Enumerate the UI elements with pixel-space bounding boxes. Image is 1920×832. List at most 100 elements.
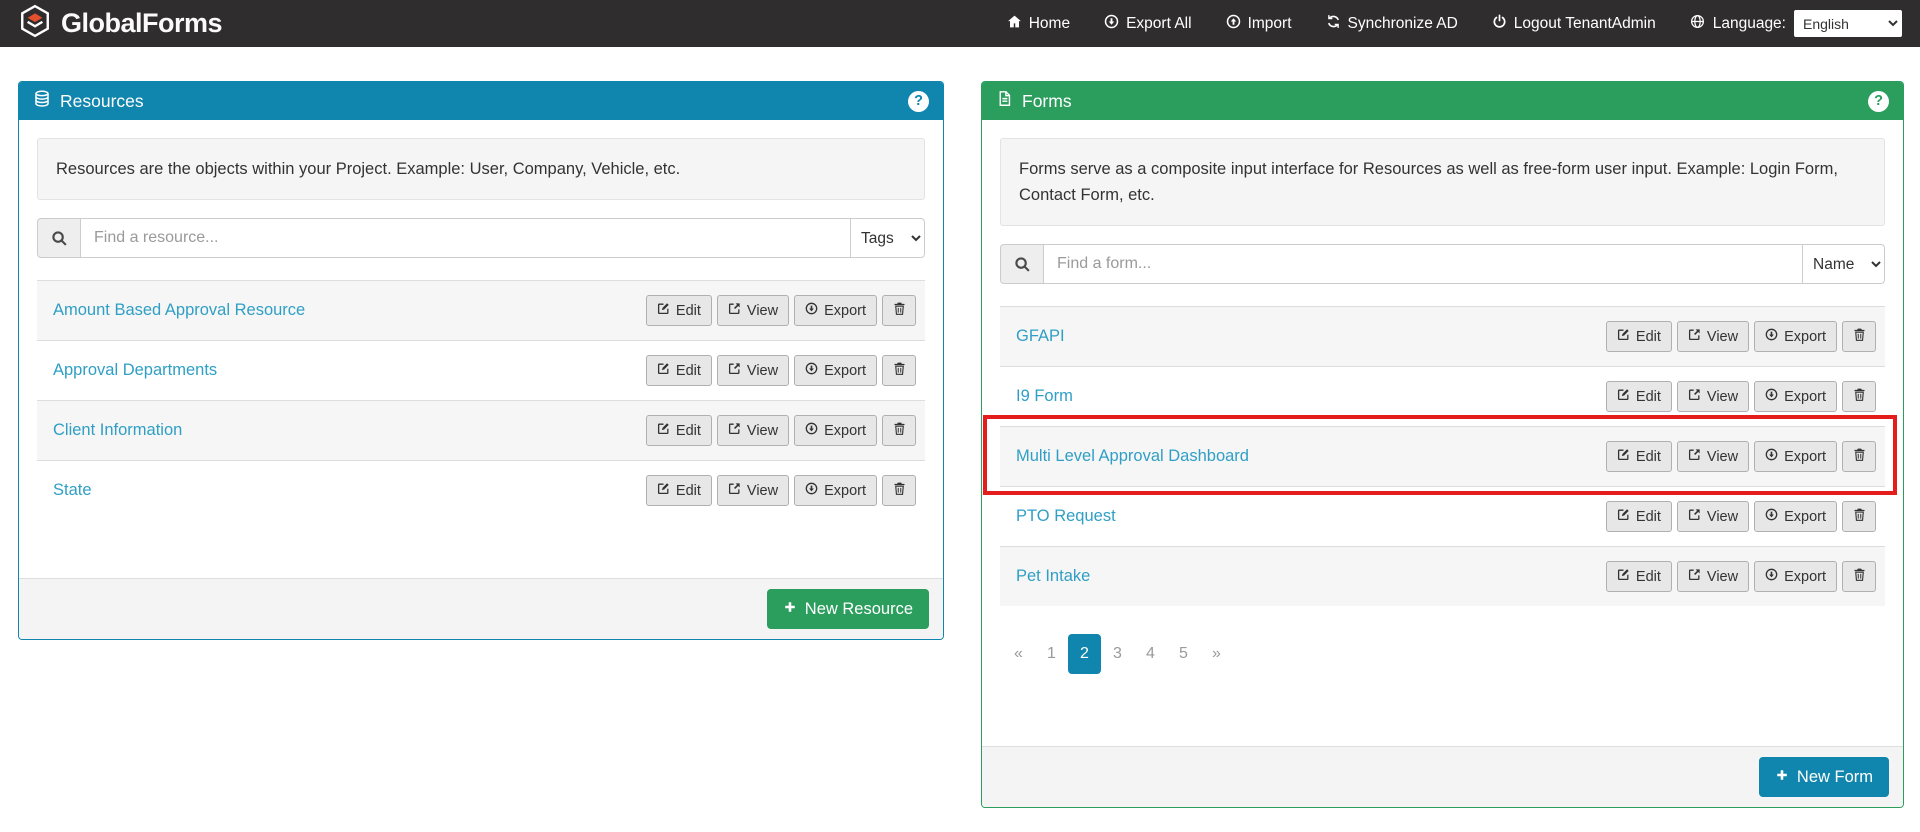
edit-button[interactable]: Edit xyxy=(1606,381,1672,412)
export-button[interactable]: Export xyxy=(1754,561,1837,592)
view-button[interactable]: View xyxy=(717,355,789,386)
pagination-page-5[interactable]: 5 xyxy=(1167,634,1200,674)
trash-icon xyxy=(1852,387,1867,406)
delete-button[interactable] xyxy=(1842,561,1876,592)
form-link[interactable]: I9 Form xyxy=(1016,387,1073,406)
row-actions: Edit View Export xyxy=(1606,321,1876,352)
new-form-button[interactable]: New Form xyxy=(1759,757,1889,797)
export-icon xyxy=(805,362,818,379)
export-button[interactable]: Export xyxy=(794,415,877,446)
pagination-prev[interactable]: « xyxy=(1002,634,1035,674)
edit-button[interactable]: Edit xyxy=(646,355,712,386)
edit-button[interactable]: Edit xyxy=(646,415,712,446)
forms-panel-header: Forms ? xyxy=(982,82,1903,120)
view-icon xyxy=(728,482,741,499)
forms-panel-body: Forms serve as a composite input interfa… xyxy=(982,120,1903,746)
resource-link[interactable]: State xyxy=(53,481,92,500)
brand[interactable]: GlobalForms xyxy=(18,3,222,44)
resources-panel-header: Resources ? xyxy=(19,82,943,120)
trash-icon xyxy=(1852,327,1867,346)
row-actions: Edit View Export xyxy=(1606,561,1876,592)
trash-icon xyxy=(892,421,907,440)
view-button[interactable]: View xyxy=(717,295,789,326)
view-button[interactable]: View xyxy=(1677,321,1749,352)
resources-description: Resources are the objects within your Pr… xyxy=(37,138,925,200)
nav-logout[interactable]: Logout TenantAdmin xyxy=(1492,14,1656,34)
forms-panel-footer: New Form xyxy=(982,746,1903,807)
form-link[interactable]: Multi Level Approval Dashboard xyxy=(1016,447,1249,466)
resource-link[interactable]: Client Information xyxy=(53,421,182,440)
database-icon xyxy=(33,90,51,113)
delete-button[interactable] xyxy=(1842,321,1876,352)
delete-button[interactable] xyxy=(1842,381,1876,412)
export-button[interactable]: Export xyxy=(1754,501,1837,532)
globalforms-logo-icon xyxy=(18,3,52,44)
delete-button[interactable] xyxy=(882,355,916,386)
pagination-page-3[interactable]: 3 xyxy=(1101,634,1134,674)
nav-synchronize-ad[interactable]: Synchronize AD xyxy=(1326,14,1458,34)
export-icon xyxy=(1765,508,1778,525)
delete-button[interactable] xyxy=(882,475,916,506)
resource-row: Client Information Edit View Export xyxy=(37,400,925,460)
pagination-page-2-active[interactable]: 2 xyxy=(1068,634,1101,674)
resource-row: Amount Based Approval Resource Edit View… xyxy=(37,280,925,340)
plus-icon xyxy=(783,600,797,619)
view-button[interactable]: View xyxy=(1677,561,1749,592)
nav-export-all[interactable]: Export All xyxy=(1104,14,1191,34)
forms-help-icon[interactable]: ? xyxy=(1868,91,1889,112)
resource-link[interactable]: Approval Departments xyxy=(53,361,217,380)
view-button[interactable]: View xyxy=(717,415,789,446)
nav-home[interactable]: Home xyxy=(1007,14,1070,34)
view-button[interactable]: View xyxy=(1677,501,1749,532)
resources-panel: Resources ? Resources are the objects wi… xyxy=(18,81,944,640)
view-button[interactable]: View xyxy=(1677,381,1749,412)
forms-description: Forms serve as a composite input interfa… xyxy=(1000,138,1885,226)
row-actions: Edit View Export xyxy=(646,475,916,506)
forms-panel-title: Forms xyxy=(1022,91,1072,112)
language-select[interactable]: English xyxy=(1794,10,1902,37)
pagination-next[interactable]: » xyxy=(1200,634,1233,674)
export-button[interactable]: Export xyxy=(794,355,877,386)
resource-search-input[interactable] xyxy=(80,218,851,258)
view-button[interactable]: View xyxy=(717,475,789,506)
resource-link[interactable]: Amount Based Approval Resource xyxy=(53,301,305,320)
edit-button[interactable]: Edit xyxy=(1606,501,1672,532)
edit-button[interactable]: Edit xyxy=(1606,441,1672,472)
resource-filter-select[interactable]: Tags xyxy=(851,218,925,258)
home-icon xyxy=(1007,14,1022,34)
form-link[interactable]: Pet Intake xyxy=(1016,567,1090,586)
delete-button[interactable] xyxy=(882,295,916,326)
delete-button[interactable] xyxy=(1842,501,1876,532)
pagination-page-4[interactable]: 4 xyxy=(1134,634,1167,674)
export-button[interactable]: Export xyxy=(794,295,877,326)
form-search-input[interactable] xyxy=(1043,244,1803,284)
edit-button[interactable]: Edit xyxy=(1606,321,1672,352)
form-file-icon xyxy=(996,90,1013,112)
form-row: Pet Intake Edit View Export xyxy=(1000,546,1885,606)
edit-button[interactable]: Edit xyxy=(646,475,712,506)
delete-button[interactable] xyxy=(1842,441,1876,472)
edit-button[interactable]: Edit xyxy=(646,295,712,326)
nav-import[interactable]: Import xyxy=(1226,14,1292,34)
edit-button[interactable]: Edit xyxy=(1606,561,1672,592)
edit-icon xyxy=(1617,388,1630,405)
form-row: GFAPI Edit View Export xyxy=(1000,306,1885,366)
new-resource-button[interactable]: New Resource xyxy=(767,589,929,629)
edit-icon xyxy=(1617,508,1630,525)
export-button[interactable]: Export xyxy=(1754,321,1837,352)
brand-title: GlobalForms xyxy=(61,8,222,39)
export-button[interactable]: Export xyxy=(794,475,877,506)
import-icon xyxy=(1226,14,1241,34)
view-icon xyxy=(728,422,741,439)
delete-button[interactable] xyxy=(882,415,916,446)
view-button[interactable]: View xyxy=(1677,441,1749,472)
form-filter-select[interactable]: Name xyxy=(1803,244,1885,284)
form-link[interactable]: GFAPI xyxy=(1016,327,1065,346)
export-button[interactable]: Export xyxy=(1754,441,1837,472)
row-actions: Edit View Export xyxy=(1606,501,1876,532)
pagination-page-1[interactable]: 1 xyxy=(1035,634,1068,674)
resources-help-icon[interactable]: ? xyxy=(908,91,929,112)
export-button[interactable]: Export xyxy=(1754,381,1837,412)
view-icon xyxy=(728,362,741,379)
form-link[interactable]: PTO Request xyxy=(1016,507,1116,526)
